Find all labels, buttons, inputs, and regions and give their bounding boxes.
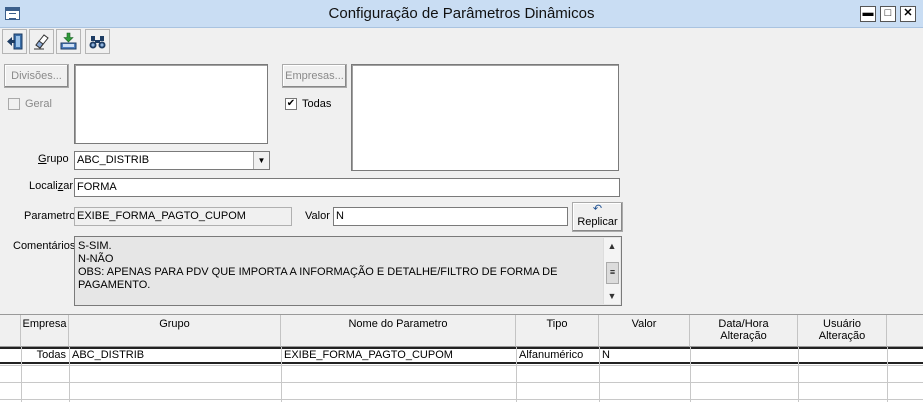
binoculars-icon [89, 36, 106, 49]
scroll-thumb[interactable]: ≡ [606, 262, 619, 284]
column-header-tipo[interactable]: Tipo [516, 315, 599, 347]
cell-usuario[interactable] [798, 348, 887, 363]
column-header-data-hora[interactable]: Data/Hora Alteração [690, 315, 798, 347]
geral-label: Geral [25, 98, 52, 110]
cell-tipo[interactable]: Alfanumérico [516, 348, 599, 363]
todas-checkbox[interactable]: ✔ [285, 98, 297, 110]
search-button[interactable] [85, 29, 110, 54]
replicar-label: Replicar [577, 216, 618, 228]
localizar-input[interactable]: FORMA [74, 178, 620, 197]
valor-label: Valor [305, 210, 330, 222]
grid-row-line [0, 399, 923, 400]
comentarios-scrollbar[interactable]: ▲ ≡ ▼ [603, 238, 620, 304]
cell-empresa[interactable]: Todas [21, 348, 69, 363]
column-header-filler [887, 315, 923, 347]
localizar-label: Localizar [29, 180, 74, 192]
clear-button[interactable] [29, 29, 54, 54]
column-header-nome-parametro[interactable]: Nome do Parametro [281, 315, 516, 347]
window-title: Configuração de Parâmetros Dinâmicos [328, 5, 595, 22]
grid-row-line [0, 365, 923, 366]
column-header-grupo[interactable]: Grupo [69, 315, 281, 347]
grupo-select[interactable]: ABC_DISTRIB ▼ [74, 151, 270, 170]
exit-button[interactable] [2, 29, 27, 54]
row-indicator-header [0, 315, 21, 347]
comentarios-text: S-SIM. N-NÃO OBS: APENAS PARA PDV QUE IM… [78, 240, 558, 291]
cell-valor[interactable]: N [599, 348, 690, 363]
comentarios-label: Comentários [13, 240, 76, 252]
empresas-button[interactable]: Empresas... [282, 64, 347, 88]
replicar-button[interactable]: ↶ Replicar [572, 202, 623, 232]
empresas-list[interactable] [351, 64, 619, 171]
divisoes-list[interactable] [74, 64, 268, 144]
grid-col-line [887, 347, 888, 402]
maximize-button[interactable]: □ [880, 6, 896, 22]
grupo-value: ABC_DISTRIB [77, 154, 150, 166]
divisoes-button[interactable]: Divisões... [4, 64, 69, 88]
column-header-usuario[interactable]: Usuário Alteração [798, 315, 887, 347]
todas-label: Todas [302, 98, 332, 110]
save-download-icon [60, 32, 77, 50]
parametro-label: Parametro [24, 210, 76, 222]
parametro-field: EXIBE_FORMA_PAGTO_CUPOM [74, 207, 292, 226]
grupo-label: Grupo [38, 153, 69, 165]
chevron-down-icon[interactable]: ▼ [253, 152, 269, 169]
scroll-up-icon[interactable]: ▲ [604, 238, 620, 254]
parametros-grid: Empresa Grupo Nome do Parametro Tipo Val… [0, 314, 923, 402]
exit-icon [7, 33, 23, 50]
cell-grupo[interactable]: ABC_DISTRIB [69, 348, 281, 363]
close-button[interactable]: ✕ [900, 6, 916, 22]
scroll-down-icon[interactable]: ▼ [604, 288, 620, 304]
column-header-empresa[interactable]: Empresa [21, 315, 69, 347]
comentarios-textarea[interactable]: S-SIM. N-NÃO OBS: APENAS PARA PDV QUE IM… [74, 236, 622, 306]
cell-nome-parametro[interactable]: EXIBE_FORMA_PAGTO_CUPOM [281, 348, 516, 363]
grid-row-line [0, 382, 923, 383]
column-header-valor[interactable]: Valor [599, 315, 690, 347]
valor-input[interactable]: N [333, 207, 568, 226]
eraser-icon [34, 34, 49, 50]
cell-data-hora[interactable] [690, 348, 798, 363]
save-button[interactable] [56, 29, 81, 54]
geral-checkbox[interactable] [8, 98, 20, 110]
undo-arrow-icon: ↶ [592, 203, 603, 215]
minimize-button[interactable]: ▬ [860, 6, 876, 22]
